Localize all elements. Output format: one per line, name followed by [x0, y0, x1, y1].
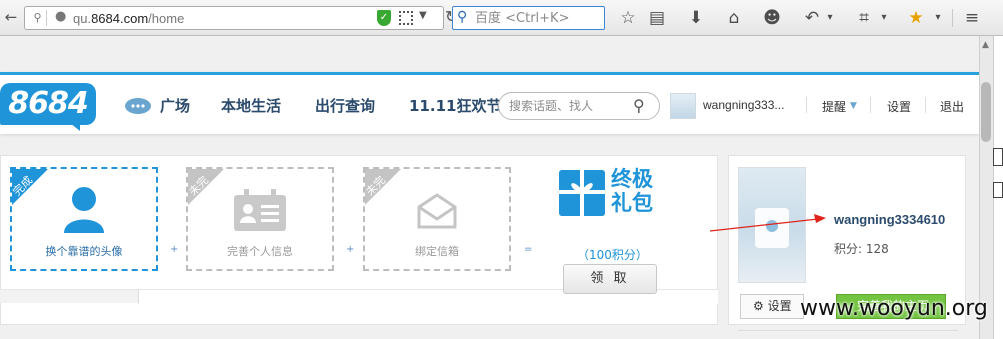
gear-icon: ⚙ — [753, 299, 768, 313]
undo-dropdown-icon[interactable]: ▾ — [818, 6, 842, 30]
bookmark-star-icon[interactable]: ☆ — [616, 6, 640, 30]
task-bind-email[interactable]: 未完成 绑定信箱 — [363, 167, 511, 271]
site-search[interactable]: ⚲ — [498, 92, 660, 120]
header-divider — [870, 97, 871, 113]
home-icon[interactable]: ⌂ — [722, 6, 746, 30]
profile-settings-label: 设置 — [767, 299, 792, 313]
shield-icon[interactable]: ✓ — [377, 10, 391, 26]
browser-search[interactable]: ⚲ — [452, 6, 605, 30]
claim-button[interactable]: 领 取 — [563, 264, 657, 294]
menu-icon[interactable]: ≡ — [960, 6, 984, 30]
envelope-icon — [417, 193, 457, 229]
header-divider — [925, 97, 926, 113]
watermark: www.wooyun.org — [800, 296, 988, 321]
gift-package: 终极 礼包 — [559, 167, 669, 227]
qr-code-icon[interactable] — [399, 11, 413, 25]
nav-local-life[interactable]: 本地生活 — [221, 95, 281, 116]
plus-operator: + — [170, 244, 179, 255]
key-icon[interactable]: ⚲ — [29, 10, 47, 26]
profile-avatar[interactable] — [738, 167, 806, 283]
site-header: 8684 广场 本地生活 出行查询 11.11狂欢节 ⚲ wangning333… — [0, 72, 979, 134]
gift-points: （100积分） — [577, 248, 648, 262]
header-username[interactable]: wangning333... — [703, 98, 784, 112]
remind-link[interactable]: 提醒 — [822, 98, 846, 115]
globe-icon: ● — [55, 9, 67, 24]
profile-username[interactable]: wangning3334610 — [834, 212, 945, 227]
search-icon: ⚲ — [457, 9, 468, 25]
search-icon[interactable]: ⚲ — [633, 96, 645, 115]
crop-dropdown-icon[interactable]: ▾ — [872, 6, 896, 30]
gift-icon — [559, 170, 605, 216]
nav-double-eleven[interactable]: 11.11狂欢节 — [409, 95, 501, 116]
scroll-up-icon[interactable]: ▲ — [982, 40, 989, 50]
browser-search-input[interactable] — [475, 9, 600, 27]
chat-bubble-icon — [125, 98, 151, 114]
gift-title: 终极 礼包 — [611, 167, 653, 215]
logout-link[interactable]: 退出 — [940, 98, 964, 115]
task-profile-info[interactable]: 未完成 完善个人信息 — [186, 167, 334, 271]
url-bar[interactable]: ⚲ ● qu.8684.com/home ✓ ▼ ↻ — [24, 6, 458, 30]
chevron-down-icon[interactable]: ▼ — [850, 101, 857, 111]
nav-plaza[interactable]: 广场 — [160, 95, 190, 116]
user-icon — [64, 187, 104, 233]
task-label: 绑定信箱 — [415, 245, 459, 258]
side-window-fragment — [993, 148, 1003, 166]
url-text[interactable]: qu.8684.com/home — [73, 11, 184, 26]
reading-list-icon[interactable]: ▤ — [645, 6, 669, 30]
task-label: 换个靠谱的头像 — [45, 245, 123, 258]
back-icon[interactable]: ← — [0, 5, 22, 29]
equals-operator: = — [524, 244, 533, 255]
id-card-icon — [234, 189, 286, 231]
plus-operator: + — [346, 244, 355, 255]
task-label: 完善个人信息 — [227, 245, 293, 258]
profile-settings-button[interactable]: ⚙ 设置 — [740, 294, 804, 319]
side-window-fragment — [993, 182, 1003, 198]
profile-points: 积分: 128 — [834, 242, 889, 256]
chevron-down-icon[interactable]: ▼ — [419, 10, 427, 21]
download-icon[interactable]: ⬇ — [684, 6, 708, 30]
profile-footer — [738, 330, 958, 339]
header-divider — [806, 97, 807, 113]
settings-link[interactable]: 设置 — [887, 98, 911, 115]
scrollbar-thumb[interactable] — [981, 82, 991, 142]
nav-travel[interactable]: 出行查询 — [315, 95, 375, 116]
site-search-input[interactable] — [509, 98, 629, 114]
avatar[interactable] — [670, 93, 696, 119]
site-logo[interactable]: 8684 — [0, 83, 96, 131]
task-avatar[interactable]: 完成 换个靠谱的头像 — [10, 167, 158, 271]
avatar-image-dot — [766, 220, 778, 232]
browser-toolbar: ← ⚲ ● qu.8684.com/home ✓ ▼ ↻ ⚲ ☆ ▤ ⬇ ⌂ ☻… — [0, 0, 1003, 36]
extension-dropdown-icon[interactable]: ▾ — [926, 6, 950, 30]
chat-icon[interactable]: ☻ — [760, 6, 784, 30]
extension-star-icon[interactable]: ★ — [904, 6, 928, 30]
toolbar-divider — [952, 9, 953, 27]
